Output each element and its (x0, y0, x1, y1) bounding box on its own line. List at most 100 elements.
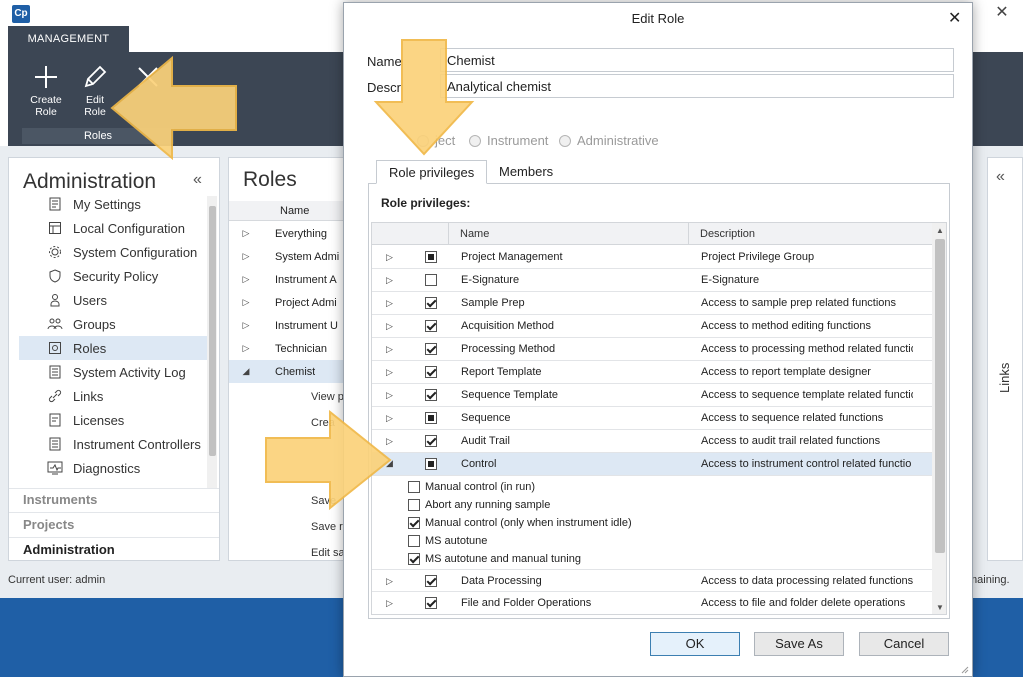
option-checkbox[interactable] (408, 499, 420, 511)
option-checkbox[interactable] (408, 517, 420, 529)
expand-icon[interactable]: ▷ (237, 251, 255, 262)
privilege-checkbox[interactable] (425, 597, 437, 609)
expand-icon[interactable]: ▷ (386, 275, 393, 286)
expand-icon[interactable]: ▷ (237, 343, 255, 354)
privilege-row-data-processing[interactable]: ▷ Data Processing Access to data process… (372, 569, 932, 592)
nav-item-links[interactable]: Links (19, 384, 207, 408)
privilege-row-project-management[interactable]: ▷ Project Management Project Privilege G… (372, 246, 932, 269)
nav-item-security-policy[interactable]: Security Policy (19, 264, 207, 288)
edit-role-button[interactable]: Edit Role (71, 60, 119, 124)
close-icon[interactable]: ✕ (948, 8, 961, 28)
app-close-button[interactable]: ✕ (993, 4, 1011, 22)
privilege-checkbox[interactable] (425, 435, 437, 447)
tab-members[interactable]: Members (487, 160, 565, 184)
ribbon-tab-management[interactable]: MANAGEMENT (8, 26, 129, 52)
expand-icon[interactable]: ▷ (237, 297, 255, 308)
scroll-down-icon[interactable]: ▼ (933, 603, 946, 612)
role-row[interactable]: ▷ Technician (229, 337, 348, 360)
privilege-checkbox[interactable] (425, 389, 437, 401)
nav-item-my-settings[interactable]: My Settings (19, 192, 207, 216)
privilege-row-control[interactable]: ◢ Control Access to instrument control r… (372, 453, 932, 476)
privilege-checkbox[interactable] (425, 251, 437, 263)
resize-grip-icon[interactable] (959, 663, 969, 674)
option-checkbox[interactable] (408, 535, 420, 547)
privilege-row-audit-trail[interactable]: ▷ Audit Trail Access to audit trail rela… (372, 430, 932, 453)
nav-item-instrument-controllers[interactable]: Instrument Controllers (19, 432, 207, 456)
privilege-row-e-signature[interactable]: ▷ E-Signature E-Signature (372, 269, 932, 292)
expand-icon[interactable]: ▷ (386, 252, 393, 263)
expand-panel-icon[interactable]: « (996, 168, 1005, 186)
privilege-checkbox[interactable] (425, 297, 437, 309)
create-role-button[interactable]: Create Role (22, 60, 70, 124)
grid-scrollbar-thumb[interactable] (935, 239, 945, 553)
privilege-checkbox[interactable] (425, 343, 437, 355)
nav-section-instruments[interactable]: Instruments (23, 492, 97, 507)
control-option-ms-autotune-manual[interactable]: MS autotune and manual tuning (408, 550, 581, 568)
nav-item-groups[interactable]: Groups (19, 312, 207, 336)
collapse-icon[interactable]: ◢ (386, 458, 393, 469)
privilege-row-acquisition-method[interactable]: ▷ Acquisition Method Access to method ed… (372, 315, 932, 338)
column-header-name[interactable]: Name (280, 205, 309, 217)
nav-section-projects[interactable]: Projects (23, 517, 74, 532)
expand-icon[interactable]: ▷ (386, 576, 393, 587)
expand-icon[interactable]: ▷ (237, 320, 255, 331)
nav-item-local-configuration[interactable]: Local Configuration (19, 216, 207, 240)
expand-icon[interactable]: ▷ (386, 321, 393, 332)
expand-icon[interactable]: ▷ (237, 228, 255, 239)
cancel-button[interactable]: Cancel (859, 632, 949, 656)
radio-project[interactable]: ject (417, 133, 455, 148)
role-row[interactable]: ▷ Instrument U (229, 314, 348, 337)
control-option-ms-autotune[interactable]: MS autotune (408, 532, 487, 550)
privilege-checkbox[interactable] (425, 274, 437, 286)
tab-role-privileges[interactable]: Role privileges (376, 160, 488, 184)
scroll-up-icon[interactable]: ▲ (933, 226, 946, 235)
delete-role-button[interactable] (124, 60, 172, 124)
expand-icon[interactable]: ▷ (386, 413, 393, 424)
collapse-icon[interactable]: « (193, 171, 202, 189)
nav-item-system-configuration[interactable]: System Configuration (19, 240, 207, 264)
expand-icon[interactable]: ▷ (386, 598, 393, 609)
control-option-manual-idle[interactable]: Manual control (only when instrument idl… (408, 514, 632, 532)
control-option-abort-running[interactable]: Abort any running sample (408, 496, 550, 514)
expand-icon[interactable]: ▷ (237, 274, 255, 285)
nav-item-roles[interactable]: Roles (19, 336, 207, 360)
privilege-row-sequence[interactable]: ▷ Sequence Access to sequence related fu… (372, 407, 932, 430)
radio-instrument[interactable]: Instrument (469, 133, 548, 148)
option-checkbox[interactable] (408, 481, 420, 493)
privilege-checkbox[interactable] (425, 575, 437, 587)
privilege-row-sample-prep[interactable]: ▷ Sample Prep Access to sample prep rela… (372, 292, 932, 315)
collapse-icon[interactable]: ◢ (237, 366, 255, 377)
privilege-checkbox[interactable] (425, 412, 437, 424)
control-option-manual-in-run[interactable]: Manual control (in run) (408, 478, 535, 496)
nav-item-diagnostics[interactable]: Diagnostics (19, 456, 207, 480)
expand-icon[interactable]: ▷ (386, 367, 393, 378)
expand-icon[interactable]: ▷ (386, 298, 393, 309)
expand-icon[interactable]: ▷ (386, 436, 393, 447)
nav-section-administration[interactable]: Administration (23, 542, 115, 557)
nav-item-users[interactable]: Users (19, 288, 207, 312)
option-checkbox[interactable] (408, 553, 420, 565)
nav-item-system-activity-log[interactable]: System Activity Log (19, 360, 207, 384)
privilege-row-processing-method[interactable]: ▷ Processing Method Access to processing… (372, 338, 932, 361)
privilege-row-report-template[interactable]: ▷ Report Template Access to report templ… (372, 361, 932, 384)
nav-scrollbar-thumb[interactable] (209, 206, 216, 456)
save-as-button[interactable]: Save As (754, 632, 844, 656)
privilege-checkbox[interactable] (425, 458, 437, 470)
privilege-checkbox[interactable] (425, 366, 437, 378)
role-row[interactable]: ▷ Project Admi (229, 291, 348, 314)
expand-icon[interactable]: ▷ (386, 344, 393, 355)
role-row[interactable]: ▷ System Admi (229, 245, 348, 268)
role-description-input[interactable]: Analytical chemist (440, 74, 954, 98)
role-name-input[interactable]: Chemist (440, 48, 954, 72)
privilege-row-sequence-template[interactable]: ▷ Sequence Template Access to sequence t… (372, 384, 932, 407)
privilege-checkbox[interactable] (425, 320, 437, 332)
links-panel-label[interactable]: Links (997, 363, 1012, 393)
ok-button[interactable]: OK (650, 632, 740, 656)
role-row[interactable]: ▷ Instrument A (229, 268, 348, 291)
expand-icon[interactable]: ▷ (386, 390, 393, 401)
role-row-selected[interactable]: ◢ Chemist (229, 360, 348, 383)
nav-item-licenses[interactable]: Licenses (19, 408, 207, 432)
column-header-description[interactable]: Description (700, 228, 755, 240)
role-row[interactable]: ▷ Everything (229, 222, 348, 245)
column-header-name[interactable]: Name (460, 228, 489, 240)
